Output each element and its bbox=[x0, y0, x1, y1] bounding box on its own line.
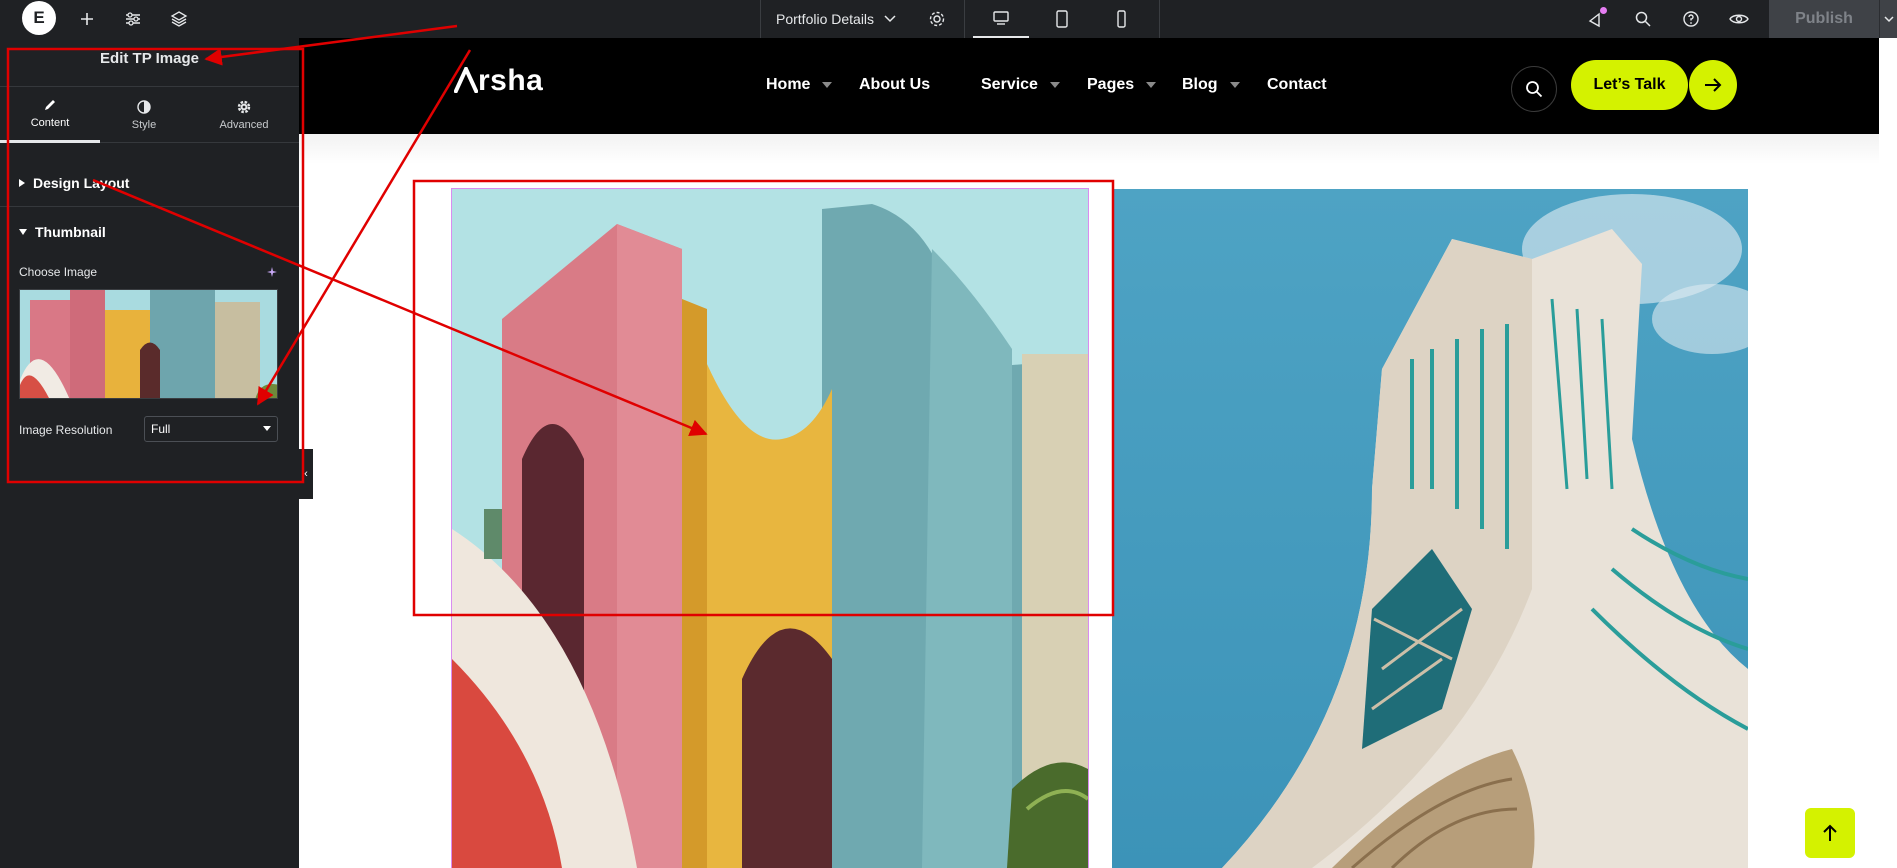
chevron-down-icon bbox=[1883, 16, 1894, 23]
device-switcher bbox=[965, 0, 1160, 38]
panel-tabs: Content Style Advanced bbox=[0, 86, 299, 143]
settings-sliders-icon[interactable] bbox=[118, 4, 148, 34]
site-search-button[interactable] bbox=[1511, 66, 1557, 112]
caret-right-icon bbox=[19, 178, 25, 187]
tab-advanced[interactable]: Advanced bbox=[194, 87, 294, 143]
nav-contact[interactable]: Contact bbox=[1267, 76, 1327, 94]
editor-top-bar: E Portfolio Details Publish bbox=[0, 0, 1897, 38]
help-icon[interactable] bbox=[1676, 4, 1706, 34]
lets-talk-arrow-button[interactable] bbox=[1689, 60, 1737, 110]
publish-button[interactable]: Publish bbox=[1769, 0, 1879, 38]
add-icon[interactable] bbox=[72, 4, 102, 34]
search-icon[interactable] bbox=[1628, 4, 1658, 34]
image-resolution-label: Image Resolution bbox=[19, 423, 113, 437]
site-logo[interactable]: rsha bbox=[453, 64, 543, 98]
dropdown-caret-icon bbox=[822, 82, 833, 88]
lets-talk-button[interactable]: Let’s Talk bbox=[1571, 60, 1688, 110]
arrow-up-icon bbox=[1823, 824, 1837, 841]
scroll-to-top-button[interactable] bbox=[1805, 808, 1855, 858]
ai-sparkle-icon[interactable] bbox=[266, 265, 278, 283]
nav-service[interactable]: Service bbox=[981, 76, 1060, 94]
section-thumbnail[interactable]: Thumbnail bbox=[0, 208, 299, 256]
whats-new-icon[interactable] bbox=[1581, 4, 1611, 34]
layers-icon[interactable] bbox=[164, 4, 194, 34]
section-design-layout[interactable]: Design Layout bbox=[0, 159, 299, 207]
collapse-panel-button[interactable]: ‹ bbox=[299, 449, 313, 499]
pencil-icon bbox=[45, 100, 55, 110]
tab-style[interactable]: Style bbox=[94, 87, 194, 143]
preview-scrollbar[interactable] bbox=[1879, 38, 1897, 868]
gear-icon[interactable] bbox=[922, 4, 952, 34]
image-resolution-select[interactable]: Full bbox=[144, 416, 278, 442]
dropdown-caret-icon bbox=[1229, 82, 1240, 88]
image-thumbnail[interactable] bbox=[19, 289, 278, 399]
dropdown-arrow-icon bbox=[263, 426, 271, 431]
panel-title: Edit TP Image bbox=[100, 50, 199, 67]
document-title: Portfolio Details bbox=[776, 11, 875, 27]
site-header: rsha Home About Us Service Pages Blog Co… bbox=[299, 38, 1879, 134]
publish-options-button[interactable] bbox=[1879, 0, 1897, 38]
search-icon bbox=[1526, 81, 1543, 98]
notification-dot bbox=[1600, 7, 1607, 14]
gear-icon bbox=[237, 100, 251, 113]
dropdown-caret-icon bbox=[1049, 82, 1060, 88]
section-top-shadow bbox=[299, 134, 1879, 164]
arrow-right-icon bbox=[1705, 78, 1722, 92]
nav-pages[interactable]: Pages bbox=[1087, 76, 1157, 94]
nav-about-us[interactable]: About Us bbox=[859, 76, 930, 94]
logo-a-icon bbox=[453, 64, 479, 94]
choose-image-label: Choose Image bbox=[19, 265, 98, 279]
nav-blog[interactable]: Blog bbox=[1182, 76, 1240, 94]
caret-down-icon bbox=[19, 229, 27, 235]
elementor-logo-icon[interactable]: E bbox=[22, 1, 56, 35]
nav-home[interactable]: Home bbox=[766, 76, 833, 94]
mobile-icon[interactable] bbox=[1093, 0, 1149, 38]
widget-panel: Edit TP Image Content Style Advanced Des… bbox=[0, 38, 299, 868]
chevron-down-icon bbox=[884, 15, 896, 23]
dropdown-caret-icon bbox=[1146, 82, 1157, 88]
portfolio-image-azadi-tower[interactable] bbox=[1112, 189, 1748, 868]
desktop-icon[interactable] bbox=[973, 0, 1029, 38]
half-circle-icon bbox=[137, 99, 151, 114]
portfolio-image-colorful-building[interactable] bbox=[451, 188, 1089, 868]
tablet-icon[interactable] bbox=[1034, 0, 1090, 38]
tab-content[interactable]: Content bbox=[0, 87, 100, 143]
preview-eye-icon[interactable] bbox=[1724, 4, 1754, 34]
